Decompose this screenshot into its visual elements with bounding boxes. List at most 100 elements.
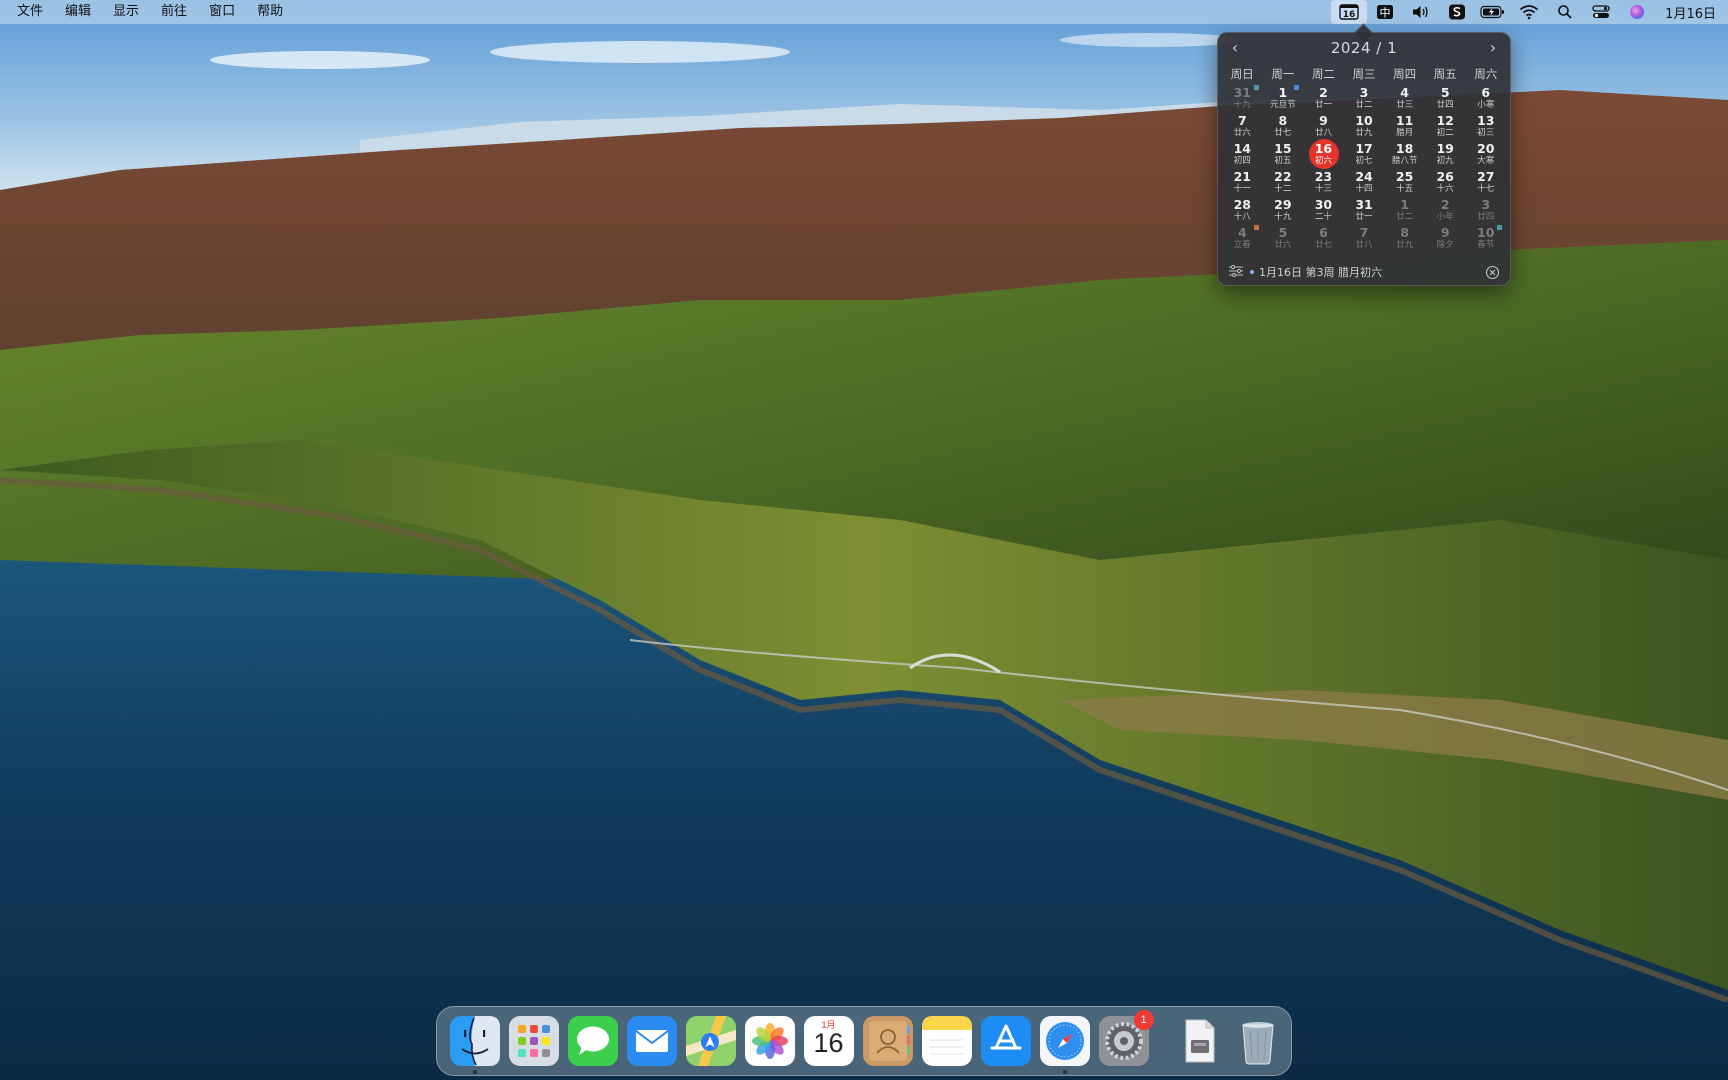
lunar-date: 廿四 (1436, 100, 1454, 110)
calendar-day[interactable]: 31 十九 (1222, 85, 1263, 113)
lunar-date: 初七 (1355, 156, 1373, 166)
spotlight-icon[interactable] (1547, 0, 1583, 24)
calendar-day[interactable]: 4 廿三 (1384, 85, 1425, 113)
status-area: 16 中 1月16日 (1331, 0, 1728, 24)
calendar-day[interactable]: 20 大寒 (1465, 141, 1506, 169)
menu-clock[interactable]: 1月16日 (1655, 3, 1720, 22)
input-method-icon[interactable]: 中 (1367, 0, 1403, 24)
lunar-date: 廿七 (1274, 128, 1292, 138)
calendar-day[interactable]: 22 十二 (1263, 169, 1304, 197)
calendar-day[interactable]: 13 初三 (1465, 113, 1506, 141)
calendar-day[interactable]: 3 廿二 (1344, 85, 1385, 113)
previous-month-button[interactable]: ‹ (1225, 37, 1245, 59)
calendar-day[interactable]: 5 廿四 (1425, 85, 1466, 113)
calendar-day[interactable]: 4 立春 (1222, 225, 1263, 253)
calendar-day[interactable]: 8 廿九 (1384, 225, 1425, 253)
calendar-day[interactable]: 30 二十 (1303, 197, 1344, 225)
calendar-day[interactable]: 25 十五 (1384, 169, 1425, 197)
calendar-day[interactable]: 6 廿七 (1303, 225, 1344, 253)
calendar-day[interactable]: 5 廿六 (1263, 225, 1304, 253)
day-number: 2 (1440, 197, 1450, 212)
siri-icon[interactable] (1619, 0, 1655, 24)
weekday-sat: 周六 (1474, 67, 1498, 81)
dock: 1月 16 1 (436, 1006, 1292, 1076)
day-number: 6 (1319, 225, 1328, 240)
calendar-day[interactable]: 17 初七 (1344, 141, 1385, 169)
calendar-day[interactable]: 14 初四 (1222, 141, 1263, 169)
weekday-mon: 周一 (1271, 67, 1295, 81)
settings-sliders-icon[interactable] (1228, 264, 1244, 280)
calendar-day[interactable]: 21 十一 (1222, 169, 1263, 197)
day-number: 13 (1477, 113, 1495, 128)
trash-icon[interactable] (1233, 1016, 1283, 1066)
calendar-day[interactable]: 1 元旦节 (1263, 85, 1304, 113)
calendar-day[interactable]: 19 初九 (1425, 141, 1466, 169)
calendar-day[interactable]: 23 十三 (1303, 169, 1344, 197)
menu-edit[interactable]: 编辑 (54, 0, 102, 24)
menu-view[interactable]: 显示 (102, 0, 150, 24)
calendar-week-row: 4 立春 5 廿六 6 廿七 7 廿八 8 廿九 9 除夕 10 春节 (1222, 225, 1506, 253)
calendar-month-title[interactable]: 2024 / 1 (1331, 39, 1397, 57)
calendar-day[interactable]: 2 廿一 (1303, 85, 1344, 113)
app-store-icon[interactable] (980, 1016, 1031, 1066)
photos-icon[interactable] (744, 1016, 795, 1066)
menu-help[interactable]: 帮助 (246, 0, 294, 24)
system-preferences-icon[interactable]: 1 (1098, 1010, 1154, 1066)
calendar-day[interactable]: 18 腊八节 (1384, 141, 1425, 169)
calendar-day[interactable]: 2 小年 (1425, 197, 1466, 225)
calendar-day[interactable]: 9 除夕 (1425, 225, 1466, 253)
weekday-sun: 周日 (1230, 67, 1254, 81)
calendar-status-icon[interactable]: 16 (1331, 0, 1368, 24)
close-icon[interactable] (1485, 265, 1500, 280)
control-center-icon[interactable] (1583, 0, 1619, 24)
maps-icon[interactable] (685, 1016, 736, 1066)
calendar-day[interactable]: 10 春节 (1465, 225, 1506, 253)
calendar-day[interactable]: 12 初二 (1425, 113, 1466, 141)
calendar-day[interactable]: 10 廿九 (1344, 113, 1385, 141)
menu-go[interactable]: 前往 (150, 0, 198, 24)
volume-icon[interactable] (1403, 0, 1439, 24)
event-marker-icon (1253, 225, 1259, 230)
next-month-button[interactable]: › (1483, 37, 1503, 59)
battery-icon[interactable] (1475, 0, 1511, 24)
lunar-date: 廿六 (1274, 240, 1292, 250)
finder-icon[interactable] (449, 1016, 500, 1074)
calendar-day[interactable]: 26 十六 (1425, 169, 1466, 197)
day-number: 21 (1233, 169, 1251, 184)
menu-window[interactable]: 窗口 (198, 0, 246, 24)
menu-file[interactable]: 文件 (6, 0, 54, 24)
calendar-day[interactable]: 3 廿四 (1465, 197, 1506, 225)
calendar-day[interactable]: 29 十九 (1263, 197, 1304, 225)
calendar-app-icon[interactable]: 1月 16 (803, 1016, 854, 1066)
calendar-day[interactable]: 11 腊月 (1384, 113, 1425, 141)
calendar-day[interactable]: 24 十四 (1344, 169, 1385, 197)
day-number: 14 (1233, 141, 1251, 156)
lunar-date: 十一 (1233, 184, 1251, 194)
scrobble-app-icon[interactable] (1439, 0, 1475, 24)
downloads-stack-icon[interactable] (1174, 1016, 1224, 1066)
calendar-day[interactable]: 6 小寒 (1465, 85, 1506, 113)
calendar-day[interactable]: 28 十八 (1222, 197, 1263, 225)
calendar-day-today[interactable]: 16 初六 (1303, 139, 1344, 169)
calendar-day[interactable]: 9 廿八 (1303, 113, 1344, 141)
lunar-date: 初二 (1436, 128, 1454, 138)
lunar-date: 廿四 (1477, 212, 1495, 222)
calendar-day[interactable]: 27 十七 (1465, 169, 1506, 197)
mail-icon[interactable] (626, 1016, 677, 1066)
safari-icon[interactable] (1039, 1016, 1090, 1074)
notes-icon[interactable] (921, 1016, 972, 1066)
lunar-date: 元旦节 (1270, 100, 1296, 110)
day-number: 18 (1395, 141, 1414, 156)
calendar-day[interactable]: 7 廿六 (1222, 113, 1263, 141)
calendar-day[interactable]: 1 廿二 (1384, 197, 1425, 225)
calendar-day[interactable]: 31 廿一 (1344, 197, 1385, 225)
lunar-date: 十四 (1355, 184, 1373, 194)
calendar-day[interactable]: 8 廿七 (1263, 113, 1304, 141)
messages-icon[interactable] (567, 1016, 618, 1066)
contacts-icon[interactable] (862, 1016, 913, 1066)
calendar-day[interactable]: 15 初五 (1263, 141, 1304, 169)
calendar-day[interactable]: 7 廿八 (1344, 225, 1385, 253)
wifi-icon[interactable] (1511, 0, 1547, 24)
lunar-date: 廿三 (1396, 100, 1414, 110)
launchpad-icon[interactable] (508, 1016, 559, 1066)
